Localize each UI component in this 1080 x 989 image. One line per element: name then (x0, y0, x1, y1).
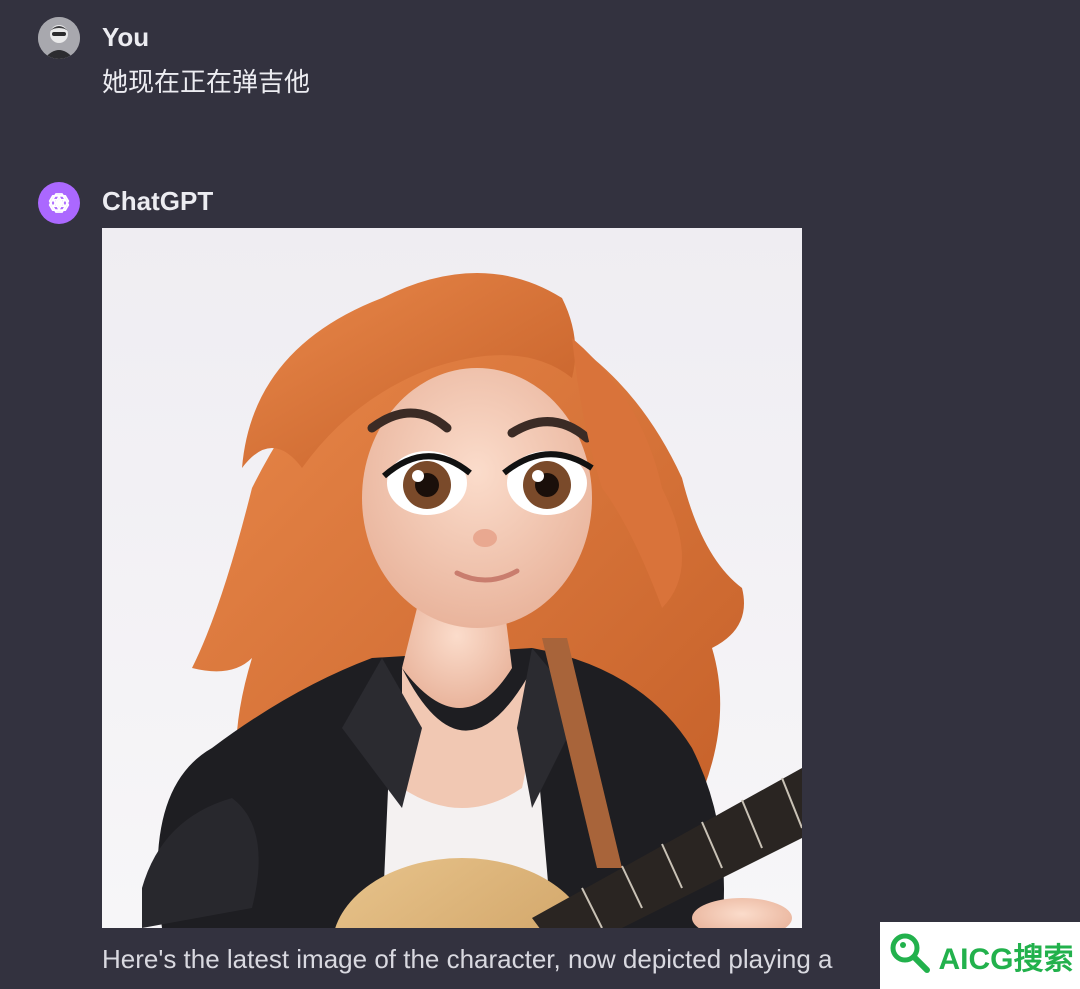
watermark: AICG搜索 (880, 922, 1080, 989)
generated-image[interactable] (102, 228, 802, 928)
magnifier-icon (887, 930, 933, 981)
watermark-text: AICG搜索 (938, 942, 1074, 976)
openai-logo-icon (38, 182, 80, 224)
user-author-name: You (102, 22, 150, 52)
user-message-text: 她现在正在弹吉他 (102, 67, 311, 97)
user-avatar-icon (38, 17, 80, 59)
assistant-reply-text: Here's the latest image of the character… (102, 944, 833, 974)
assistant-author-name: ChatGPT (102, 186, 214, 216)
